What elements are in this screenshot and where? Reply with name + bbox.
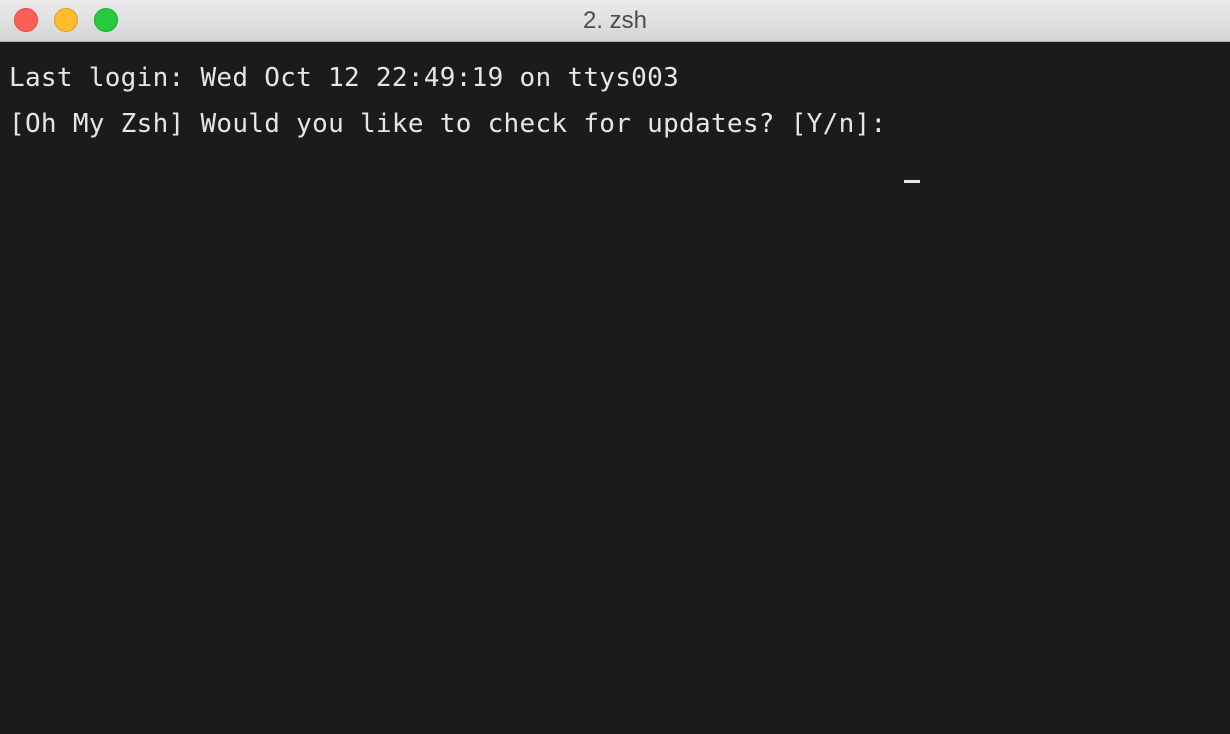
window-title: 2. zsh xyxy=(582,7,648,34)
title-bar[interactable]: 2. zsh xyxy=(0,0,1230,42)
terminal-line-last-login: Last login: Wed Oct 12 22:49:19 on ttys0… xyxy=(9,63,680,93)
terminal-output[interactable]: Last login: Wed Oct 12 22:49:19 on ttys0… xyxy=(0,43,1230,734)
terminal-window: 2. zsh Last login: Wed Oct 12 22:49:19 o… xyxy=(0,0,1230,734)
terminal-line-update-prompt: [Oh My Zsh] Would you like to check for … xyxy=(9,109,903,139)
text-cursor xyxy=(904,180,920,183)
